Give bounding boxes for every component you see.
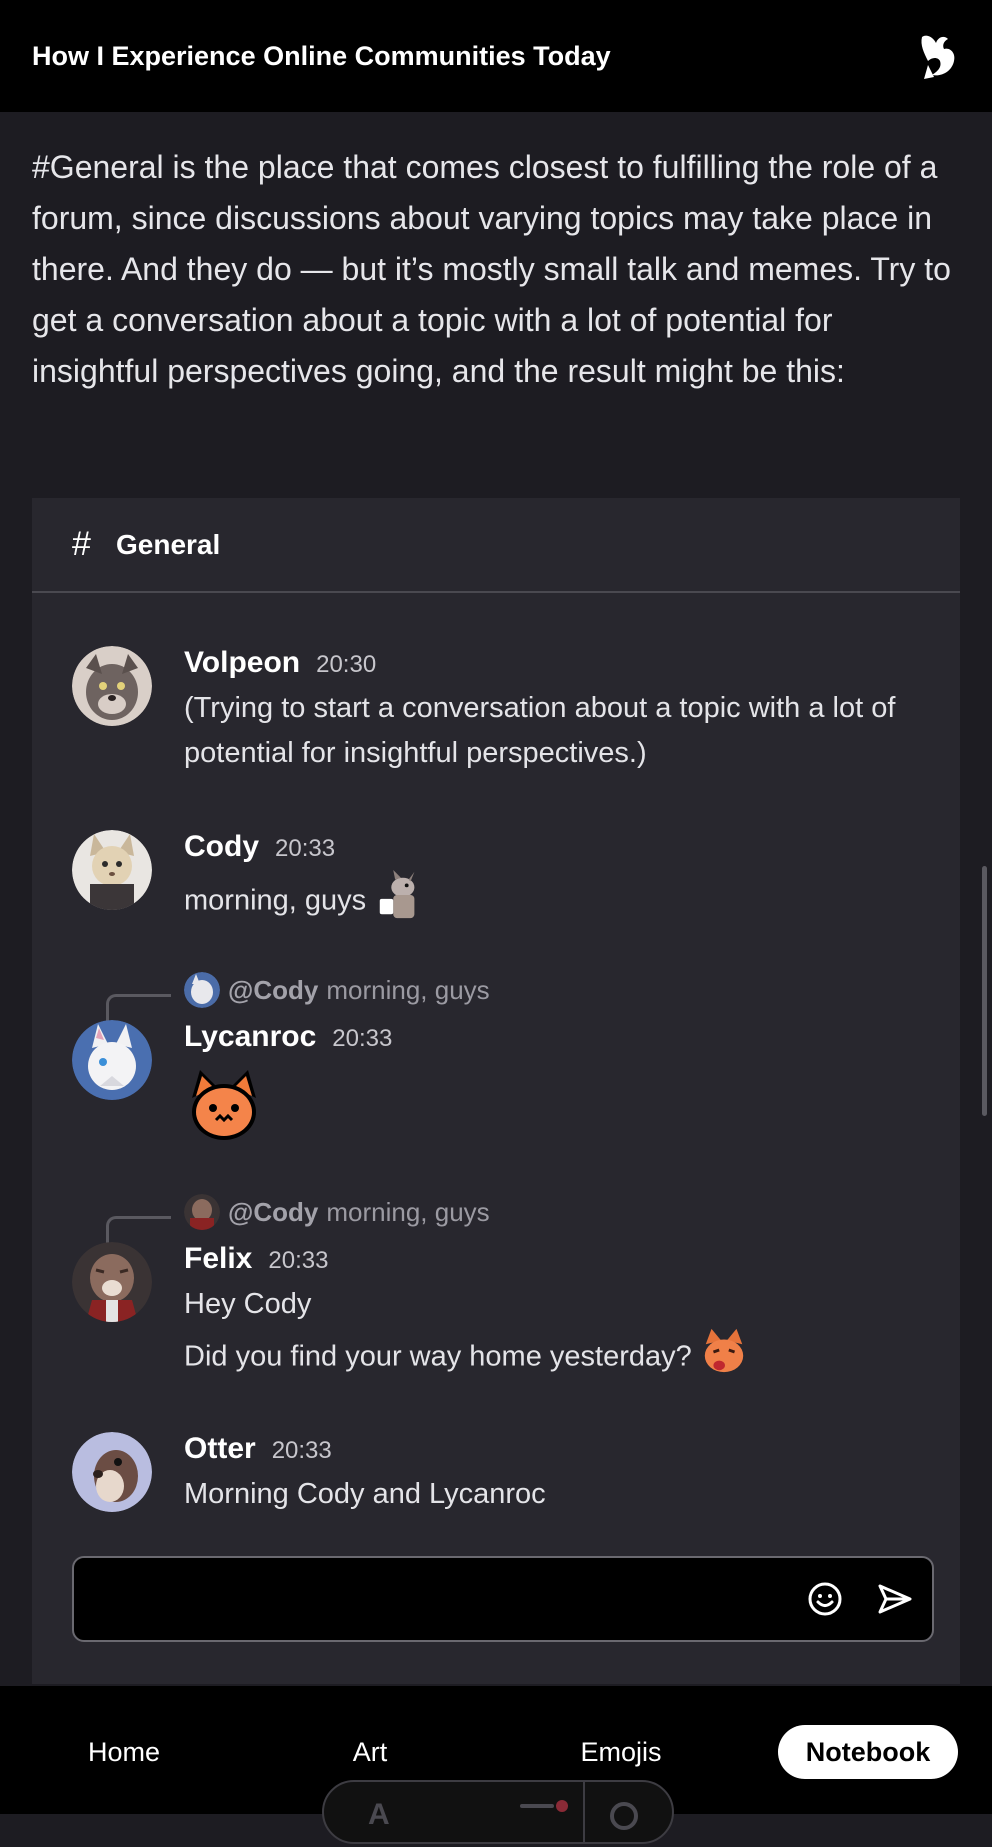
author-name[interactable]: Felix bbox=[184, 1242, 252, 1276]
felix-avatar[interactable] bbox=[72, 1242, 152, 1322]
message-body: Hey Cody Did you find your way home yest… bbox=[184, 1282, 924, 1389]
scrollbar[interactable] bbox=[982, 866, 987, 1116]
author-name[interactable]: Otter bbox=[184, 1432, 256, 1466]
fox-face-emoji[interactable] bbox=[184, 1064, 264, 1158]
channel-header: # General bbox=[32, 498, 960, 593]
reply-connector bbox=[106, 994, 171, 1021]
timestamp: 20:30 bbox=[316, 651, 377, 678]
otter-avatar[interactable] bbox=[72, 1432, 152, 1512]
send-icon[interactable] bbox=[874, 1578, 916, 1620]
nav-emojis[interactable]: Emojis bbox=[566, 1725, 676, 1779]
message-text: Hey Cody bbox=[184, 1288, 312, 1320]
top-bar: How I Experience Online Communities Toda… bbox=[0, 0, 992, 112]
article-paragraph: #General is the place that comes closest… bbox=[32, 149, 951, 389]
nav-home[interactable]: Home bbox=[72, 1725, 176, 1779]
message-meta: Cody 20:33 bbox=[184, 830, 335, 864]
timestamp: 20:33 bbox=[268, 1247, 329, 1274]
cody-avatar[interactable] bbox=[72, 830, 152, 910]
reply-mention[interactable]: @Cody bbox=[228, 975, 318, 1006]
message-meta: Lycanroc 20:33 bbox=[184, 1020, 392, 1054]
message-meta: Felix 20:33 bbox=[184, 1242, 328, 1276]
message-composer[interactable] bbox=[72, 1556, 934, 1642]
message-text: (Trying to start a conversation about a … bbox=[184, 692, 896, 769]
nav-notebook[interactable]: Notebook bbox=[778, 1725, 958, 1779]
chat-panel: # General Volpeon 20:30 (Trying to start… bbox=[32, 498, 960, 1684]
toolbar-peek[interactable]: A bbox=[322, 1780, 674, 1844]
message-text-line: Did you find your way home yesterday? bbox=[184, 1327, 924, 1389]
message-meta: Otter 20:33 bbox=[184, 1432, 332, 1466]
reply-preview[interactable]: @Cody morning, guys bbox=[184, 972, 490, 1008]
reply-text: morning, guys bbox=[326, 974, 490, 1005]
reply-text: morning, guys bbox=[326, 1196, 490, 1227]
coffee-dragon-emoji[interactable] bbox=[374, 870, 424, 934]
lycanroc-avatar[interactable] bbox=[72, 1020, 152, 1100]
author-name[interactable]: Lycanroc bbox=[184, 1020, 316, 1054]
nav-art[interactable]: Art bbox=[330, 1725, 410, 1779]
reply-connector bbox=[106, 1216, 171, 1243]
emoji-picker-icon[interactable] bbox=[804, 1578, 846, 1620]
timestamp: 20:33 bbox=[275, 835, 336, 862]
message-text: Morning Cody and Lycanroc bbox=[184, 1478, 546, 1510]
message-text: morning, guys bbox=[184, 884, 367, 917]
fox-tongue-emoji[interactable] bbox=[700, 1327, 748, 1389]
message-meta: Volpeon 20:30 bbox=[184, 646, 376, 680]
message-body: morning, guys bbox=[184, 870, 924, 934]
timestamp: 20:33 bbox=[271, 1437, 332, 1464]
dragon-logo-icon[interactable] bbox=[914, 31, 960, 81]
hash-icon: # bbox=[72, 525, 91, 563]
reply-preview[interactable]: @Cody morning, guys bbox=[184, 1194, 490, 1230]
channel-name: General bbox=[116, 528, 221, 560]
author-name[interactable]: Cody bbox=[184, 830, 259, 864]
reply-mention[interactable]: @Cody bbox=[228, 1197, 318, 1228]
volpeon-avatar[interactable] bbox=[72, 646, 152, 726]
page-title: How I Experience Online Communities Toda… bbox=[32, 40, 611, 71]
message-body bbox=[184, 1064, 924, 1158]
author-name[interactable]: Volpeon bbox=[184, 646, 300, 680]
timestamp: 20:33 bbox=[332, 1025, 393, 1052]
svg-text:A: A bbox=[368, 1798, 390, 1831]
message-text: Did you find your way home yesterday? bbox=[184, 1340, 692, 1373]
cody-mini-avatar-icon bbox=[184, 1194, 220, 1230]
cody-mini-avatar-icon bbox=[184, 972, 220, 1008]
